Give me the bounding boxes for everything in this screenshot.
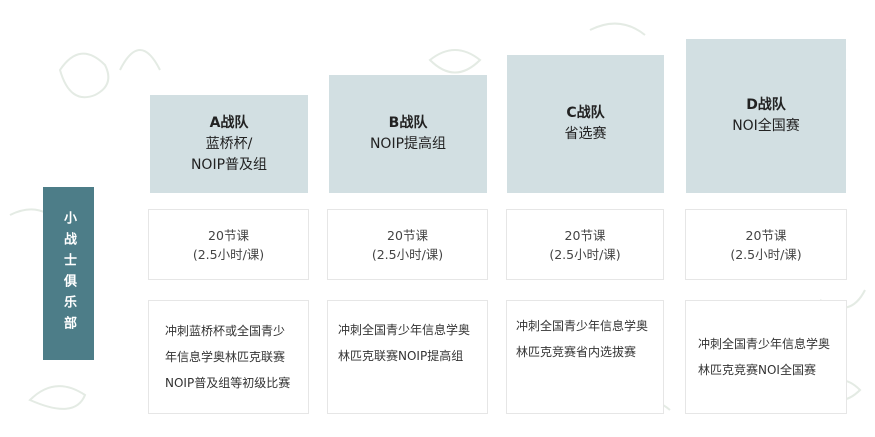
team-b-hours-card: 20节课 (2.5小时/课) <box>327 209 488 280</box>
team-c-lessons: 20节课 <box>564 227 606 243</box>
team-b-description-card: 冲刺全国青少年信息学奥 林匹克联赛NOIP提高组 <box>327 300 488 414</box>
team-d-desc-line-2: 林匹克竞赛NOI全国赛 <box>698 363 816 377</box>
team-c-desc-line-1: 冲刺全国青少年信息学奥 <box>516 319 649 333</box>
team-a-header: A战队 蓝桥杯/ NOIP普及组 <box>150 95 308 193</box>
team-c-lesson-duration: (2.5小时/课) <box>549 246 621 262</box>
team-a-lessons: 20节课 <box>208 227 249 243</box>
team-a-description-card: 冲刺蓝桥杯或全国青少 年信息学奥林匹克联赛 NOIP普及组等初级比赛 <box>148 300 309 414</box>
team-d-header: D战队 NOI全国赛 <box>686 39 846 193</box>
team-c-hours-card: 20节课 (2.5小时/课) <box>506 209 664 280</box>
team-a-desc-line-2: 年信息学奥林匹克联赛 <box>165 350 286 364</box>
team-d-lessons: 20节课 <box>745 227 787 243</box>
team-a-hours-card: 20节课 (2.5小时/课) <box>148 209 309 280</box>
team-a-level-line-2: NOIP普及组 <box>190 156 268 173</box>
team-b-level-line-1: NOIP提高组 <box>369 136 447 152</box>
team-b-desc-line-1: 冲刺全国青少年信息学奥 <box>338 323 471 337</box>
team-c-description-card: 冲刺全国青少年信息学奥 林匹克竞赛省内选拔赛 <box>506 300 664 414</box>
club-side-label-text: 小战士俱乐部 <box>61 210 76 337</box>
team-c-header: C战队 省选赛 <box>507 55 664 193</box>
team-a-desc-line-1: 冲刺蓝桥杯或全国青少 <box>165 324 286 338</box>
team-d-desc-line-1: 冲刺全国青少年信息学奥 <box>698 337 831 351</box>
team-b-header: B战队 NOIP提高组 <box>329 75 487 193</box>
team-a-desc-line-3: NOIP普及组等初级比赛 <box>165 376 291 390</box>
team-d-description-card: 冲刺全国青少年信息学奥 林匹克竞赛NOI全国赛 <box>685 300 847 414</box>
team-b-name: B战队 <box>388 115 428 131</box>
team-c-level-line-1: 省选赛 <box>564 126 607 142</box>
team-a-level-line-1: 蓝桥杯/ <box>205 135 253 152</box>
team-c-desc-line-2: 林匹克竞赛省内选拔赛 <box>516 345 637 359</box>
team-d-lesson-duration: (2.5小时/课) <box>730 246 802 262</box>
club-side-label: 小战士俱乐部 <box>43 187 94 360</box>
team-d-name: D战队 <box>746 97 786 113</box>
team-d-level-line-1: NOI全国赛 <box>732 118 800 134</box>
team-b-lessons: 20节课 <box>387 227 428 243</box>
team-c-name: C战队 <box>566 105 605 121</box>
team-a-name: A战队 <box>209 114 249 131</box>
team-b-lesson-duration: (2.5小时/课) <box>371 246 444 262</box>
team-b-desc-line-2: 林匹克联赛NOIP提高组 <box>338 349 464 363</box>
team-a-lesson-duration: (2.5小时/课) <box>192 246 265 262</box>
team-d-hours-card: 20节课 (2.5小时/课) <box>685 209 847 280</box>
